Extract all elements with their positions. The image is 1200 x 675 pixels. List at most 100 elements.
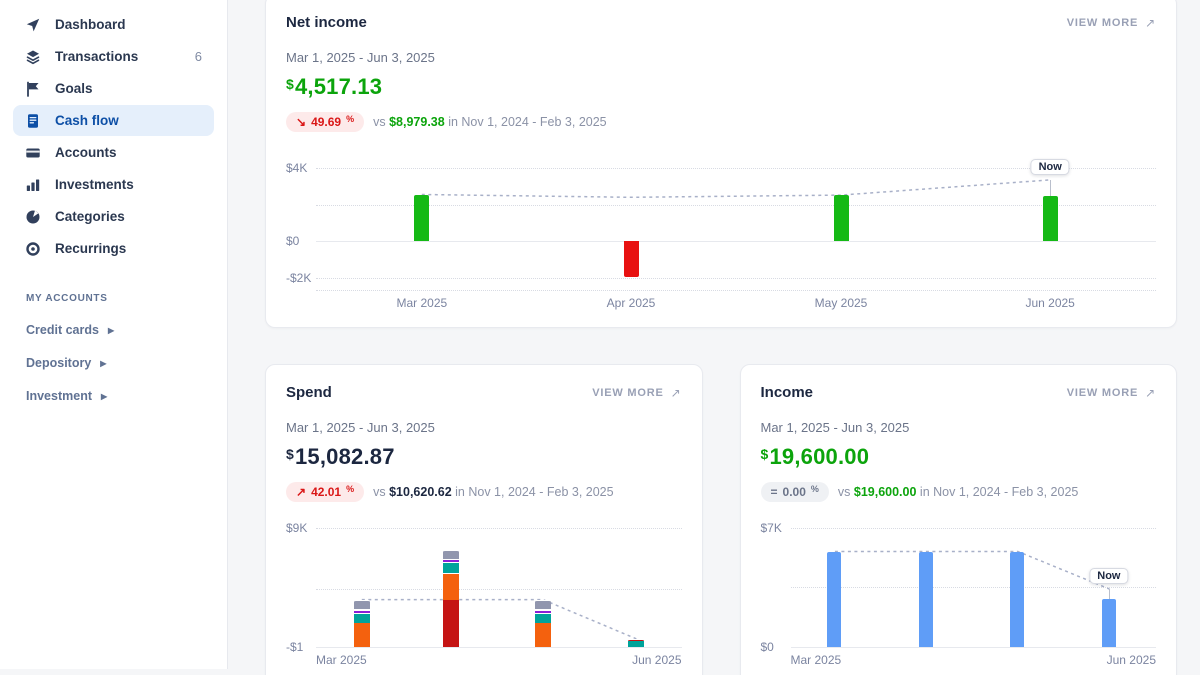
bar-segment-jun-2025[interactable] bbox=[1102, 599, 1116, 647]
sidebar-item-transactions[interactable]: Transactions 6 bbox=[13, 41, 214, 72]
y-axis: $4K$0-$2K bbox=[286, 150, 316, 290]
group-label: Depository bbox=[26, 356, 91, 370]
income-chart: $7K$0 Now Mar 2025Jun 2025 bbox=[761, 520, 1157, 669]
view-more-button[interactable]: VIEW MORE ↗ bbox=[1067, 16, 1156, 30]
sidebar-group-credit-cards[interactable]: Credit cards ▶ bbox=[26, 323, 227, 337]
sidebar-item-label: Accounts bbox=[55, 145, 117, 160]
y-tick-label: $4K bbox=[286, 161, 307, 175]
gridline bbox=[791, 528, 1157, 529]
net-income-chart: $4K$0-$2K Now Mar 2025Apr 2025May 2025Ju… bbox=[286, 150, 1156, 312]
comparison-amount: $8,979.38 bbox=[389, 115, 445, 129]
sidebar-item-goals[interactable]: Goals bbox=[13, 73, 214, 104]
sidebar-item-investments[interactable]: Investments bbox=[13, 169, 214, 200]
sidebar-item-accounts[interactable]: Accounts bbox=[13, 137, 214, 168]
bar-segment-apr-2025[interactable] bbox=[443, 600, 459, 647]
y-tick-label: $9K bbox=[286, 521, 307, 535]
y-axis: $7K$0 bbox=[761, 520, 791, 647]
comparison-text: vs $8,979.38 in Nov 1, 2024 - Feb 3, 202… bbox=[373, 115, 607, 129]
bar-segment-apr-2025[interactable] bbox=[919, 552, 933, 648]
card-title: Net income bbox=[286, 14, 367, 31]
date-range: Mar 1, 2025 - Jun 3, 2025 bbox=[286, 50, 1156, 65]
sidebar-item-label: Categories bbox=[55, 209, 125, 224]
sidebar-item-label: Dashboard bbox=[55, 17, 126, 32]
sidebar-item-label: Investments bbox=[55, 177, 134, 192]
sidebar-group-depository[interactable]: Depository ▶ bbox=[26, 356, 227, 370]
x-tick-label: Mar 2025 bbox=[396, 296, 447, 310]
gridline bbox=[316, 241, 1156, 242]
view-more-button[interactable]: VIEW MORE ↗ bbox=[592, 386, 681, 400]
bar-segment-mar-2025[interactable] bbox=[354, 600, 370, 610]
percent-sign: % bbox=[346, 484, 354, 494]
card-title: Spend bbox=[286, 384, 332, 401]
plot-area[interactable]: Now bbox=[316, 150, 1156, 290]
bar-segment-apr-2025[interactable] bbox=[443, 562, 459, 573]
spend-value: $15,082.87 bbox=[286, 444, 682, 472]
gridline bbox=[316, 589, 682, 590]
y-tick-label: -$2K bbox=[286, 271, 311, 285]
sidebar-item-label: Cash flow bbox=[55, 113, 119, 128]
bar-segment-apr-2025[interactable] bbox=[443, 573, 459, 600]
percent-sign: % bbox=[811, 484, 819, 494]
percent-sign: % bbox=[346, 114, 354, 124]
sidebar-item-categories[interactable]: Categories bbox=[13, 201, 214, 232]
bar-segment-mar-2025[interactable] bbox=[414, 195, 429, 242]
bar-segment-mar-2025[interactable] bbox=[827, 552, 841, 648]
trend-up-icon: ↗ bbox=[296, 485, 306, 499]
gridline bbox=[791, 587, 1157, 588]
chevron-right-icon: ▶ bbox=[108, 326, 114, 335]
plot-area[interactable] bbox=[316, 520, 682, 647]
plot-area[interactable]: Now bbox=[791, 520, 1157, 647]
sidebar-nav: Dashboard Transactions 6 Goals Cash flow bbox=[0, 0, 227, 264]
bar-segment-may-2025[interactable] bbox=[535, 600, 551, 610]
my-accounts-header: MY ACCOUNTS bbox=[26, 293, 227, 304]
main-content: Net income VIEW MORE ↗ Mar 1, 2025 - Jun… bbox=[228, 0, 1200, 675]
trend-dashed-line bbox=[316, 520, 682, 647]
bar-segment-may-2025[interactable] bbox=[1010, 552, 1024, 648]
x-axis: Mar 2025Jun 2025 bbox=[791, 653, 1157, 669]
comparison-amount: $10,620.62 bbox=[389, 485, 452, 499]
bar-segment-jun-2025[interactable] bbox=[1043, 196, 1058, 241]
sidebar-item-label: Transactions bbox=[55, 49, 138, 64]
transactions-count-badge: 6 bbox=[195, 49, 202, 64]
now-tooltip: Now bbox=[1031, 159, 1070, 175]
bar-segment-may-2025[interactable] bbox=[834, 195, 849, 241]
net-income-card: Net income VIEW MORE ↗ Mar 1, 2025 - Jun… bbox=[265, 0, 1177, 328]
delta-percent: 0.00 bbox=[783, 485, 806, 499]
bar-segment-may-2025[interactable] bbox=[535, 610, 551, 614]
view-more-label: VIEW MORE bbox=[592, 387, 663, 399]
bar-segment-mar-2025[interactable] bbox=[354, 610, 370, 614]
bar-segment-jun-2025[interactable] bbox=[628, 641, 644, 647]
sidebar-item-label: Goals bbox=[55, 81, 93, 96]
x-tick-label: Jun 2025 bbox=[632, 653, 681, 667]
bar-segment-may-2025[interactable] bbox=[535, 613, 551, 623]
bar-segment-apr-2025[interactable] bbox=[443, 550, 459, 559]
bar-segment-may-2025[interactable] bbox=[535, 623, 551, 647]
bar-segment-apr-2025[interactable] bbox=[624, 241, 639, 277]
chevron-right-icon: ▶ bbox=[100, 359, 106, 368]
bar-segment-jun-2025[interactable] bbox=[628, 639, 644, 641]
currency-symbol: $ bbox=[286, 76, 294, 92]
gridline bbox=[316, 205, 1156, 206]
flag-icon bbox=[25, 81, 41, 97]
sidebar-item-cash-flow[interactable]: Cash flow bbox=[13, 105, 214, 136]
view-more-button[interactable]: VIEW MORE ↗ bbox=[1067, 386, 1156, 400]
sidebar-item-dashboard[interactable]: Dashboard bbox=[13, 9, 214, 40]
equals-icon: = bbox=[771, 485, 778, 499]
dashboard-icon bbox=[25, 17, 41, 33]
external-arrow-icon: ↗ bbox=[1145, 16, 1156, 30]
date-range: Mar 1, 2025 - Jun 3, 2025 bbox=[286, 420, 682, 435]
y-axis: $9K-$1 bbox=[286, 520, 316, 647]
delta-percent: 49.69 bbox=[311, 115, 341, 129]
comparison-amount: $19,600.00 bbox=[854, 485, 917, 499]
x-tick-label: Jun 2025 bbox=[1025, 296, 1074, 310]
sidebar-item-recurrings[interactable]: Recurrings bbox=[13, 233, 214, 264]
bar-segment-mar-2025[interactable] bbox=[354, 613, 370, 623]
trend-down-icon: ↘ bbox=[296, 115, 306, 129]
bar-segment-mar-2025[interactable] bbox=[354, 623, 370, 647]
sidebar-group-investment[interactable]: Investment ▶ bbox=[26, 389, 227, 403]
income-card: Income VIEW MORE ↗ Mar 1, 2025 - Jun 3, … bbox=[740, 364, 1178, 675]
view-more-label: VIEW MORE bbox=[1067, 387, 1138, 399]
currency-symbol: $ bbox=[286, 446, 294, 462]
bar-segment-apr-2025[interactable] bbox=[443, 559, 459, 563]
gridline bbox=[316, 290, 1156, 291]
